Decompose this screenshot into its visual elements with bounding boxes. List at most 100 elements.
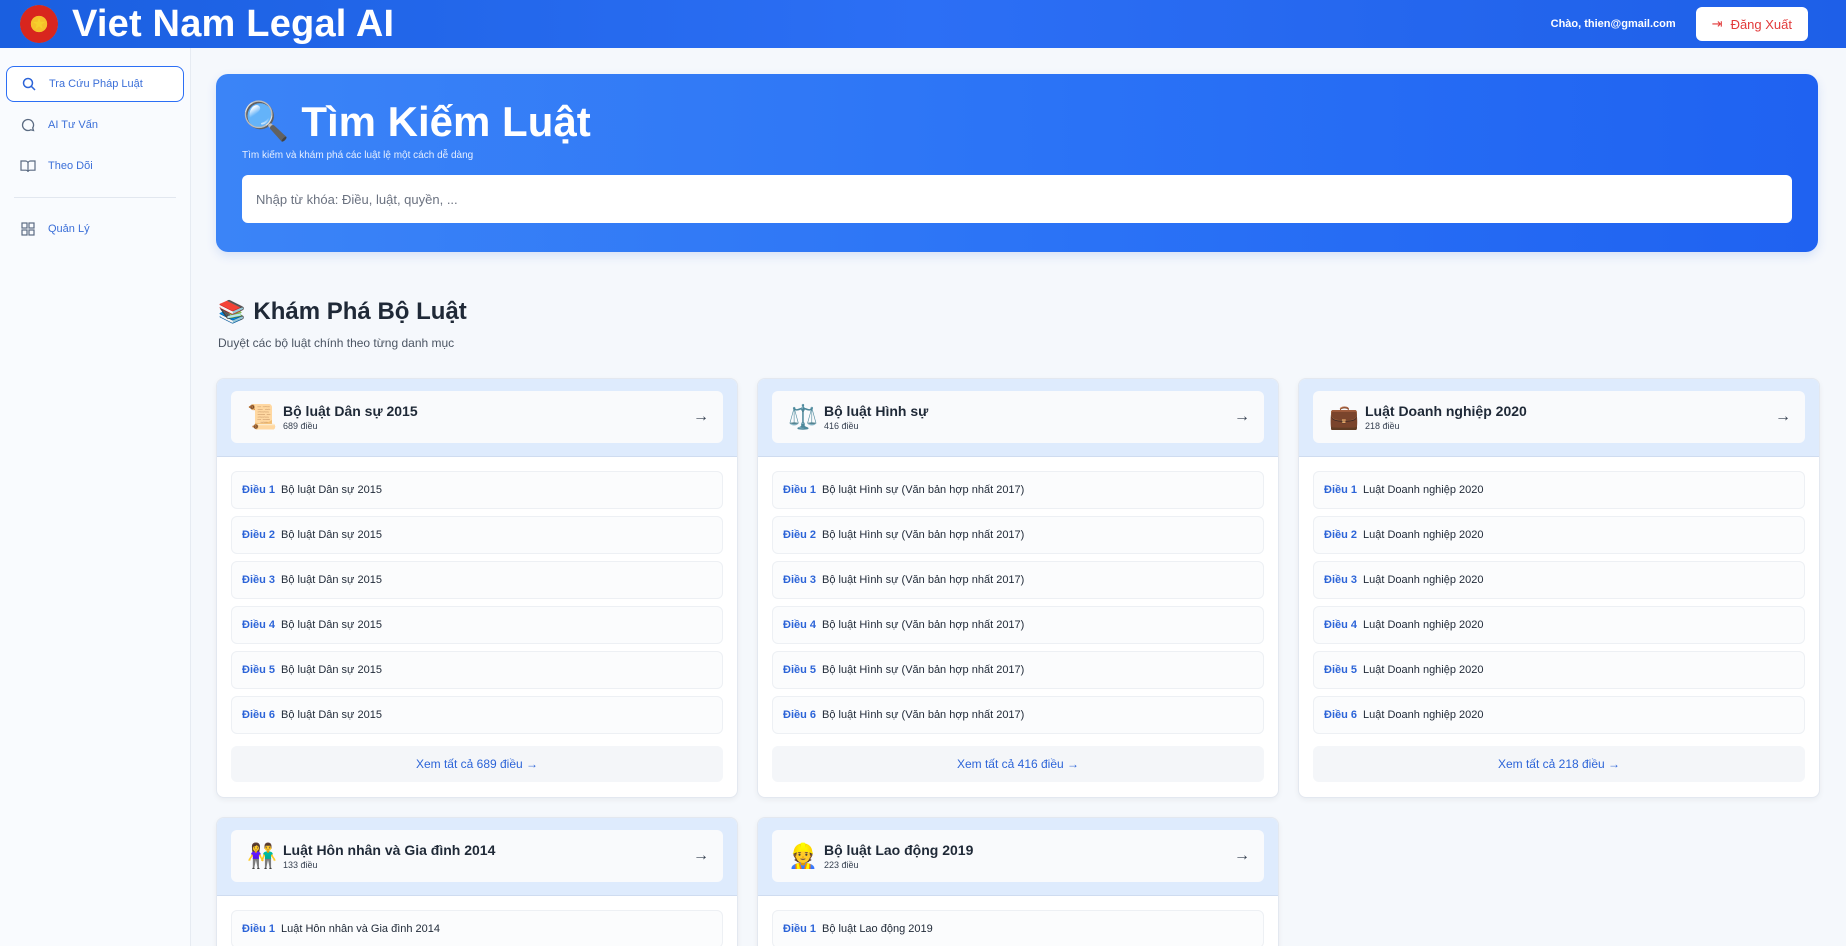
article-number: Điều 1: [242, 923, 276, 935]
article-text: Bộ luật Hình sự (Văn bản hợp nhất 2017): [822, 574, 1025, 586]
view-all-button[interactable]: Xem tất cả 689 điều →: [231, 746, 723, 782]
view-all-button[interactable]: Xem tất cả 218 điều →: [1313, 746, 1805, 782]
article-row[interactable]: Điều 6 Bộ luật Dân sự 2015: [231, 696, 723, 734]
arrow-right-icon[interactable]: →: [693, 408, 709, 426]
article-number: Điều 5: [242, 664, 276, 676]
article-text: Luật Doanh nghiệp 2020: [1363, 619, 1484, 631]
card-count: 223 điều: [824, 860, 859, 870]
article-text: Bộ luật Hình sự (Văn bản hợp nhất 2017): [822, 484, 1025, 496]
article-number: Điều 5: [783, 664, 817, 676]
article-number: Điều 1: [783, 923, 817, 935]
article-row[interactable]: Điều 1 Luật Hôn nhân và Gia đình 2014: [231, 910, 723, 946]
article-row[interactable]: Điều 6 Bộ luật Hình sự (Văn bản hợp nhất …: [772, 696, 1264, 734]
article-text: Bộ luật Dân sự 2015: [281, 484, 382, 496]
article-text: Bộ luật Hình sự (Văn bản hợp nhất 2017): [822, 619, 1025, 631]
article-text: Luật Hôn nhân và Gia đình 2014: [281, 923, 441, 935]
article-text: Bộ luật Hình sự (Văn bản hợp nhất 2017): [822, 664, 1025, 676]
page-subtitle: Tìm kiếm và khám phá các luật lệ một các…: [242, 150, 474, 161]
couple-icon: 👫: [247, 842, 277, 870]
top-header: ★ Viet Nam Legal AI Chào, thien@gmail.co…: [0, 0, 1846, 48]
briefcase-icon: 💼: [1329, 403, 1359, 431]
article-row[interactable]: Điều 2 Luật Doanh nghiệp 2020: [1313, 516, 1805, 554]
sidebar-item-tra-cuu[interactable]: Tra Cứu Pháp Luật: [6, 66, 184, 102]
article-row[interactable]: Điều 4 Bộ luật Hình sự (Văn bản hợp nhất …: [772, 606, 1264, 644]
article-number: Điều 5: [1324, 664, 1358, 676]
card-title: Luật Hôn nhân và Gia đình 2014: [283, 842, 496, 858]
article-row[interactable]: Điều 4 Luật Doanh nghiệp 2020: [1313, 606, 1805, 644]
logout-button[interactable]: ⇥ Đăng Xuất: [1695, 7, 1808, 41]
article-text: Bộ luật Dân sự 2015: [281, 664, 382, 676]
article-number: Điều 1: [1324, 484, 1358, 496]
card-header[interactable]: ⚖️ Bộ luật Hình sự 416 điều →: [772, 391, 1264, 443]
article-text: Bộ luật Hình sự (Văn bản hợp nhất 2017): [822, 709, 1025, 721]
chat-icon: [20, 117, 36, 133]
card-title: Luật Doanh nghiệp 2020: [1365, 403, 1527, 419]
article-row[interactable]: Điều 5 Bộ luật Dân sự 2015: [231, 651, 723, 689]
arrow-right-icon[interactable]: →: [1775, 408, 1791, 426]
arrow-right-icon[interactable]: →: [1234, 847, 1250, 865]
arrow-right-icon[interactable]: →: [693, 847, 709, 865]
article-row[interactable]: Điều 1 Bộ luật Hình sự (Văn bản hợp nhất …: [772, 471, 1264, 509]
book-icon: [20, 158, 36, 174]
arrow-right-icon[interactable]: →: [1234, 408, 1250, 426]
article-row[interactable]: Điều 5 Bộ luật Hình sự (Văn bản hợp nhất …: [772, 651, 1264, 689]
law-card-lao-dong: 👷 Bộ luật Lao động 2019 223 điều → Điều …: [757, 817, 1279, 946]
article-row[interactable]: Điều 3 Bộ luật Dân sự 2015: [231, 561, 723, 599]
law-card-hon-nhan: 👫 Luật Hôn nhân và Gia đình 2014 133 điề…: [216, 817, 738, 946]
card-count: 133 điều: [283, 860, 318, 870]
article-text: Bộ luật Hình sự (Văn bản hợp nhất 2017): [822, 529, 1025, 541]
article-row[interactable]: Điều 6 Luật Doanh nghiệp 2020: [1313, 696, 1805, 734]
section-subtitle: Duyệt các bộ luật chính theo từng danh m…: [218, 336, 455, 350]
article-text: Luật Doanh nghiệp 2020: [1363, 484, 1484, 496]
article-number: Điều 2: [1324, 529, 1358, 541]
article-text: Bộ luật Lao động 2019: [822, 923, 933, 935]
card-title: Bộ luật Hình sự: [824, 403, 929, 419]
article-row[interactable]: Điều 5 Luật Doanh nghiệp 2020: [1313, 651, 1805, 689]
sidebar-item-quan-ly[interactable]: Quản Lý: [6, 211, 184, 247]
card-title: Bộ luật Dân sự 2015: [283, 403, 418, 419]
article-text: Bộ luật Dân sự 2015: [281, 709, 382, 721]
article-row[interactable]: Điều 1 Bộ luật Dân sự 2015: [231, 471, 723, 509]
card-header[interactable]: 📜 Bộ luật Dân sự 2015 689 điều →: [231, 391, 723, 443]
article-text: Luật Doanh nghiệp 2020: [1363, 664, 1484, 676]
sidebar-item-label: Theo Dõi: [48, 160, 93, 172]
sidebar-item-label: AI Tư Vấn: [48, 119, 98, 131]
sidebar-item-theo-doi[interactable]: Theo Dõi: [6, 148, 184, 184]
article-text: Bộ luật Dân sự 2015: [281, 529, 382, 541]
logout-label: Đăng Xuất: [1730, 16, 1792, 32]
logout-icon: ⇥: [1711, 16, 1723, 31]
article-row[interactable]: Điều 2 Bộ luật Hình sự (Văn bản hợp nhất …: [772, 516, 1264, 554]
article-number: Điều 4: [783, 619, 817, 631]
card-count: 218 điều: [1365, 421, 1400, 431]
page-title: Tìm Kiếm Luật: [301, 98, 591, 145]
article-row[interactable]: Điều 4 Bộ luật Dân sự 2015: [231, 606, 723, 644]
sidebar: Tra Cứu Pháp Luật AI Tư Vấn Theo Dõi Quả…: [0, 48, 191, 946]
article-number: Điều 6: [1324, 709, 1358, 721]
worker-icon: 👷: [788, 842, 818, 870]
article-row[interactable]: Điều 2 Bộ luật Dân sự 2015: [231, 516, 723, 554]
article-row[interactable]: Điều 1 Luật Doanh nghiệp 2020: [1313, 471, 1805, 509]
card-header[interactable]: 💼 Luật Doanh nghiệp 2020 218 điều →: [1313, 391, 1805, 443]
article-number: Điều 3: [1324, 574, 1358, 586]
card-header[interactable]: 👫 Luật Hôn nhân và Gia đình 2014 133 điề…: [231, 830, 723, 882]
sidebar-item-ai-tu-van[interactable]: AI Tư Vấn: [6, 107, 184, 143]
search-hero: 🔍 Tìm Kiếm Luật Tìm kiếm và khám phá các…: [216, 74, 1818, 252]
article-number: Điều 2: [242, 529, 276, 541]
article-row[interactable]: Điều 1 Bộ luật Lao động 2019: [772, 910, 1264, 946]
view-all-button[interactable]: Xem tất cả 416 điều →: [772, 746, 1264, 782]
article-number: Điều 1: [242, 484, 276, 496]
books-icon: 📚: [218, 299, 246, 324]
grid-icon: [20, 221, 36, 237]
user-greeting: Chào, thien@gmail.com: [1550, 18, 1676, 30]
article-row[interactable]: Điều 3 Luật Doanh nghiệp 2020: [1313, 561, 1805, 599]
search-input[interactable]: [242, 175, 1792, 223]
sidebar-item-label: Tra Cứu Pháp Luật: [49, 78, 143, 90]
article-number: Điều 3: [242, 574, 276, 586]
law-card-doanh-nghiep: 💼 Luật Doanh nghiệp 2020 218 điều → Điều…: [1298, 378, 1820, 798]
article-text: Luật Doanh nghiệp 2020: [1363, 529, 1484, 541]
scales-icon: ⚖️: [788, 403, 818, 431]
article-row[interactable]: Điều 3 Bộ luật Hình sự (Văn bản hợp nhất …: [772, 561, 1264, 599]
card-header[interactable]: 👷 Bộ luật Lao động 2019 223 điều →: [772, 830, 1264, 882]
sidebar-divider: [14, 197, 176, 198]
search-icon: [21, 76, 37, 92]
